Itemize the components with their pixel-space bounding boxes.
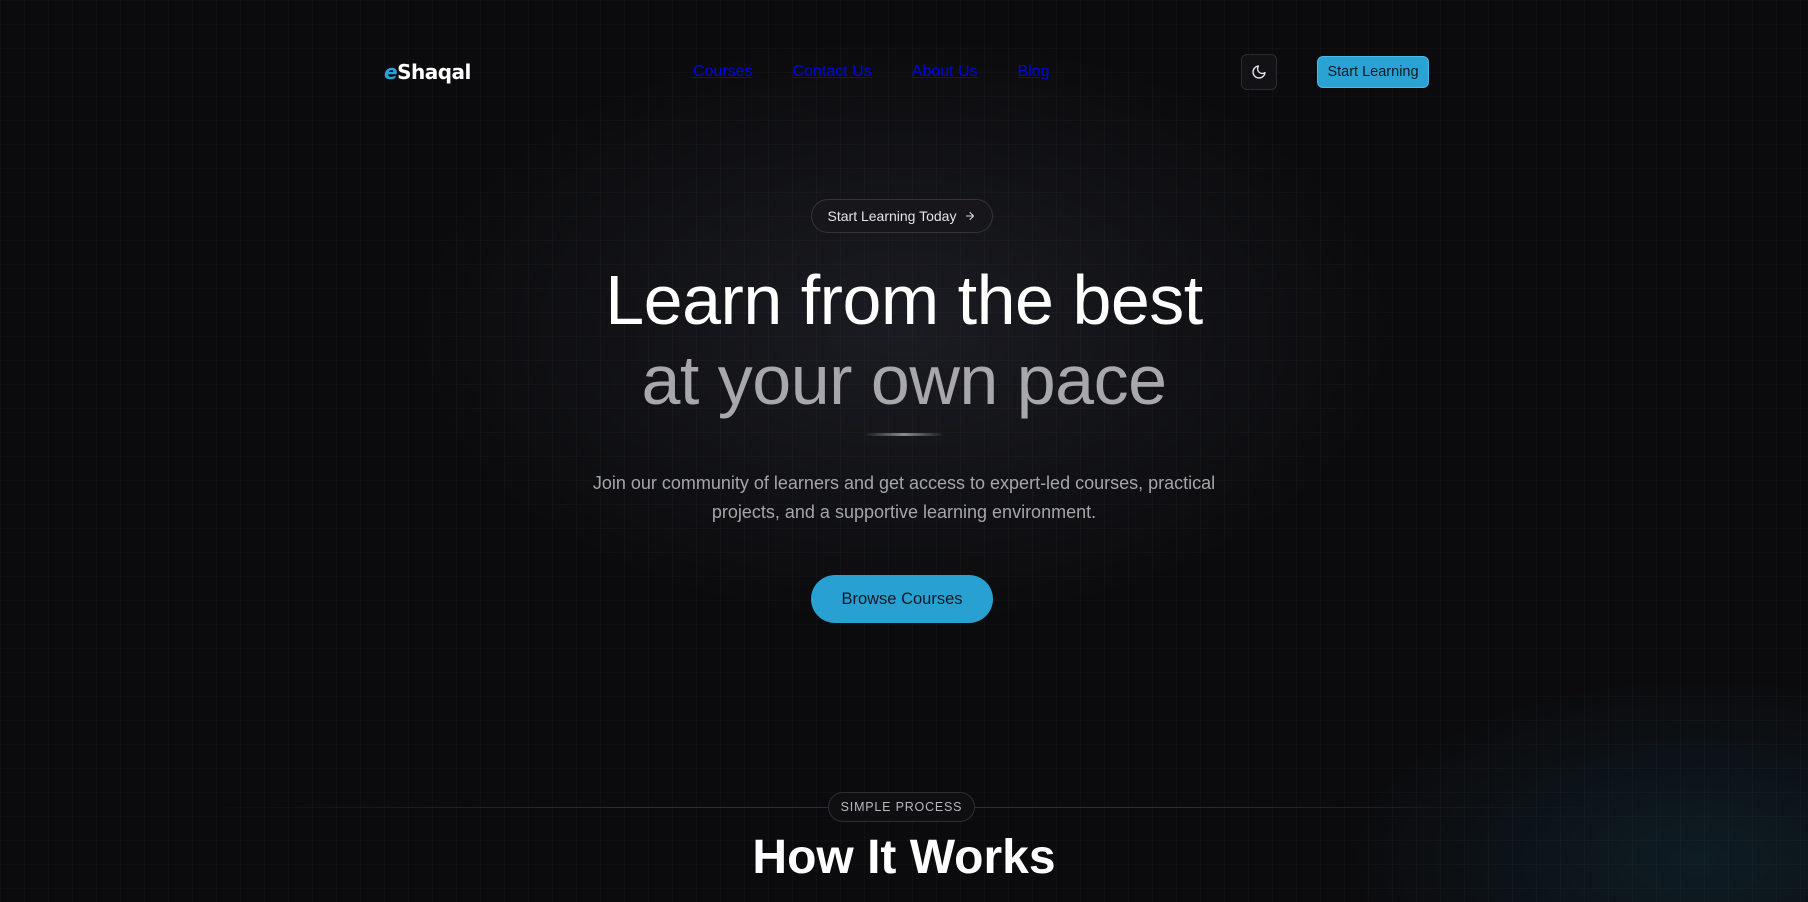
title-underline [864, 433, 944, 436]
nav-blog[interactable]: Blog [1018, 63, 1050, 81]
nav-contact-us[interactable]: Contact Us [793, 63, 872, 81]
theme-toggle-button[interactable] [1241, 54, 1277, 90]
logo-prefix: e [384, 60, 398, 84]
page: eShaqal Courses Contact Us About Us Blog… [0, 0, 1808, 902]
nav-courses[interactable]: Courses [693, 63, 753, 81]
nav-about-us[interactable]: About Us [912, 63, 978, 81]
section-title: How It Works [752, 831, 1056, 884]
hero-title-line2: at your own pace [641, 341, 1167, 419]
moon-icon [1252, 65, 1266, 79]
start-learning-button[interactable]: Start Learning [1317, 56, 1429, 88]
arrow-right-icon [966, 211, 975, 221]
start-learning-today-pill[interactable]: Start Learning Today [811, 199, 993, 233]
browse-courses-button[interactable]: Browse Courses [811, 575, 993, 623]
pill-label: Start Learning Today [827, 208, 957, 224]
logo-name: Shaqal [397, 60, 471, 84]
simple-process-badge: SIMPLE PROCESS [828, 792, 975, 822]
main-nav: Courses Contact Us About Us Blog [693, 63, 1050, 81]
logo[interactable]: eShaqal [384, 60, 471, 84]
hero-description: Join our community of learners and get a… [592, 473, 1216, 522]
hero-title-line1: Learn from the best [605, 261, 1203, 339]
grid-background [0, 0, 1808, 902]
